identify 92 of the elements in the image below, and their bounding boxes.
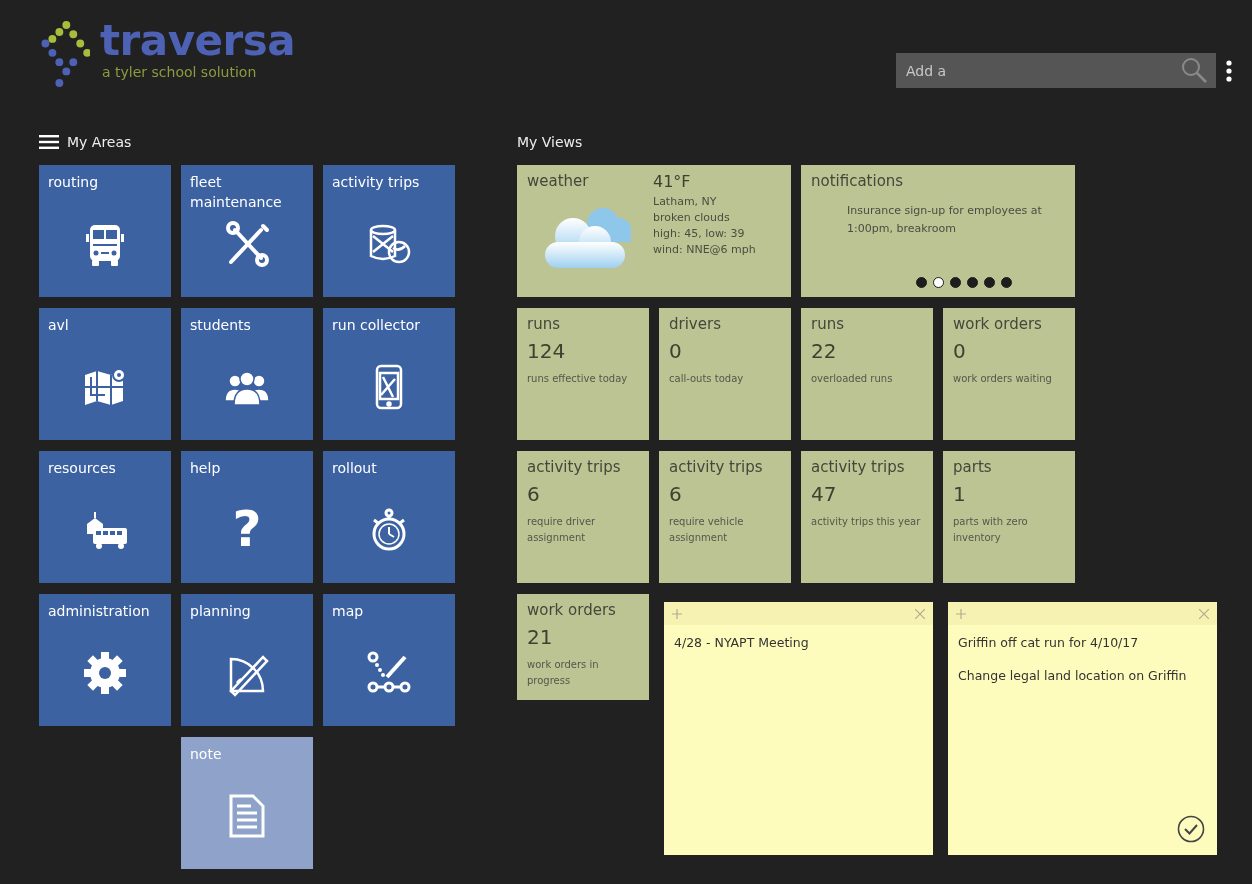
tile-title: fleet maintenance [190,173,283,212]
count: 124 [527,339,567,363]
page-dot[interactable] [984,277,995,288]
logo-wordmark: traversa [100,18,296,64]
logo-tagline: a tyler school solution [102,64,258,80]
gear-icon [81,649,129,697]
tile-title: activity trips [527,458,622,476]
note-text: Change legal land location on Griffin [958,668,1188,683]
tile-title: rollout [332,459,378,478]
area-tile[interactable]: avl [39,308,171,440]
tools-icon [223,220,271,268]
page-dot[interactable] [916,277,927,288]
count: 0 [953,339,967,363]
tile-title: avl [48,316,70,335]
tile-title: routing [48,173,100,192]
weather-detail: Latham, NY [653,194,718,210]
tile-caption: work orders waiting [953,372,1053,386]
checkmark-icon[interactable] [1177,815,1205,843]
count: 22 [811,339,838,363]
area-tile[interactable]: rollout [323,451,455,583]
tile-title: work orders [953,315,1043,333]
tile-title: map [332,602,365,621]
notification-message: Insurance sign-up for employees at 1:00pm, breakroom [847,203,1043,237]
logo-icon [38,18,90,90]
tile-title: students [190,316,252,335]
area-tile[interactable]: resources [39,451,171,583]
page-dot[interactable] [967,277,978,288]
area-tile[interactable]: help ? [181,451,313,583]
area-tile[interactable]: activity trips [323,165,455,297]
tile-title: activity trips [811,458,906,476]
tile-title: planning [190,602,252,621]
temperature: 41°F [653,172,692,191]
question-icon: ? [232,504,262,554]
tile-title: run collector [332,316,422,335]
count: 21 [527,625,554,649]
counter-tile[interactable]: activity trips 6 require driver assignment [517,451,649,583]
menu-icon[interactable] [39,135,59,149]
tile-title: help [190,459,222,478]
area-tile[interactable]: routing [39,165,171,297]
search-field[interactable]: Add a [896,53,1216,88]
tile-title: activity trips [669,458,764,476]
section-title: My Views [517,134,583,150]
counter-tile[interactable]: runs 124 runs effective today [517,308,649,440]
weather-detail: high: 45, low: 39 [653,226,746,242]
area-tile[interactable]: administration [39,594,171,726]
count: 0 [669,339,683,363]
tile-caption: work orders in progress [527,658,600,688]
counter-tile[interactable]: work orders 0 work orders waiting [943,308,1075,440]
tile-title: note [190,745,223,764]
tile-caption: require driver assignment [527,515,597,545]
weather-detail: wind: NNE@6 mph [653,242,757,258]
tile-title: drivers [669,315,722,333]
tile-title: activity trips [332,173,421,192]
tile-title: work orders [527,601,617,619]
counter-tile[interactable]: work orders 21 work orders in progress [517,594,649,700]
weather-detail: broken clouds [653,210,731,226]
counter-tile[interactable]: activity trips 6 require vehicle assignment [659,451,791,583]
weather-tile[interactable]: weather 41°F Latham, NY broken clouds high: 45, low: 39 wind: NNE@6 mph [517,165,791,297]
count: 6 [669,482,683,506]
tile-title: resources [48,459,117,478]
counter-tile[interactable]: activity trips 47 activity trips this year [801,451,933,583]
count: 47 [811,482,838,506]
area-tile[interactable]: students [181,308,313,440]
more-menu-icon[interactable] [1226,59,1232,82]
counter-tile[interactable]: runs 22 overloaded runs [801,308,933,440]
count: 6 [527,482,541,506]
tile-title: runs [527,315,561,333]
tile-title: administration [48,602,151,621]
page-dot[interactable] [933,277,944,288]
tile-caption: runs effective today [527,372,629,386]
count: 1 [953,482,967,506]
tile-title: runs [811,315,845,333]
counter-tile[interactable]: drivers 0 call-outs today [659,308,791,440]
page-dot[interactable] [1001,277,1012,288]
tile-caption: activity trips this year [811,515,922,529]
counter-tile[interactable]: parts 1 parts with zero inventory [943,451,1075,583]
tile-caption: call-outs today [669,372,745,386]
tile-title: notifications [811,172,905,190]
area-tile[interactable]: fleet maintenance [181,165,313,297]
section-title: My Areas [67,134,132,150]
area-tile[interactable]: map [323,594,455,726]
tile-caption: require vehicle assignment [669,515,745,545]
tile-caption: parts with zero inventory [953,515,1029,545]
note-text: Griffin off cat run for 4/10/17 [958,635,1140,650]
tile-title: weather [527,172,590,190]
notifications-tile[interactable]: notifications Insurance sign-up for employees at 1:00pm, breakroom [801,165,1075,297]
tile-title: parts [953,458,993,476]
note-text: 4/28 - NYAPT Meeting [674,635,810,650]
page-dot[interactable] [950,277,961,288]
area-tile[interactable]: run collector [323,308,455,440]
tile-caption: overloaded runs [811,372,894,386]
area-tile[interactable]: planning [181,594,313,726]
